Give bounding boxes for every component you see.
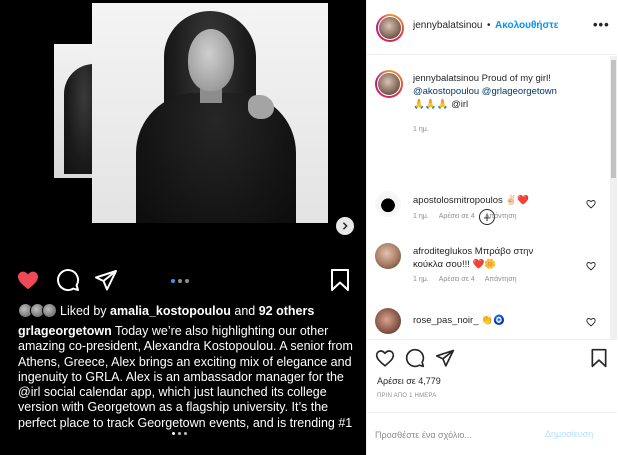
- comment-body: rose_pas_noir_ 👏🧿: [413, 314, 583, 327]
- share-icon[interactable]: [435, 348, 455, 368]
- comment-time[interactable]: 1 ημ.: [413, 126, 429, 133]
- comment-mentions[interactable]: @akostopoulou @grlageorgetown: [413, 86, 557, 97]
- avatar[interactable]: [375, 191, 401, 217]
- avatar[interactable]: [375, 243, 401, 269]
- caption-username[interactable]: grlageorgetown: [18, 324, 112, 338]
- liked-by-and: and: [234, 303, 256, 318]
- post-photo[interactable]: [0, 0, 366, 258]
- comment-meta: 1 ημ.: [413, 126, 429, 133]
- comment-likes[interactable]: Αρέσει σε 4: [439, 213, 475, 220]
- post-panel: Liked by amalia_kostopoulou and 92 other…: [0, 0, 366, 455]
- liked-by-user-link[interactable]: amalia_kostopoulou: [110, 304, 231, 318]
- comment-username[interactable]: rose_pas_noir_: [413, 315, 479, 326]
- comments-list: jennybalatsinou Proud of my girl! @akost…: [367, 56, 617, 339]
- header-separator: •: [487, 20, 491, 31]
- liked-by-row: Liked by amalia_kostopoulou and 92 other…: [18, 303, 314, 318]
- liker-avatars: [18, 303, 57, 318]
- comment-likes[interactable]: Αρέσει σε 4: [439, 276, 475, 283]
- liked-by-prefix: Liked by: [60, 303, 107, 318]
- comment-text: Proud of my girl!: [479, 73, 551, 84]
- comment-username[interactable]: jennybalatsinou: [413, 73, 479, 84]
- header-username[interactable]: jennybalatsinou: [413, 20, 483, 31]
- comment-meta: 1 ημ. Αρέσει σε 4 Απάντηση: [413, 276, 517, 283]
- comment-text: 👏🧿: [478, 315, 505, 326]
- post-time-ago[interactable]: ΠΡΙΝ ΑΠΟ 1 ΗΜΕΡΑ: [377, 393, 436, 399]
- carousel-next-button[interactable]: [336, 217, 354, 235]
- comments-panel: jennybalatsinou • Ακολουθήστε ••• jennyb…: [366, 0, 618, 455]
- scrollbar-thumb[interactable]: [611, 60, 616, 178]
- comment-like-heart-icon[interactable]: [586, 317, 596, 327]
- comment-item: rose_pas_noir_ 👏🧿: [375, 308, 607, 338]
- comment-body: apostolosmitropoulos ✌🏻❤️: [413, 194, 583, 207]
- carousel-dot: [185, 279, 189, 283]
- bottom-carousel-indicator: [172, 432, 187, 435]
- comment-text-line3: 🙏🙏🙏 @irl: [413, 99, 469, 110]
- carousel-dot: [184, 432, 187, 435]
- like-heart-icon[interactable]: [16, 268, 40, 292]
- more-options-icon[interactable]: •••: [593, 17, 610, 32]
- chevron-right-icon: [341, 222, 349, 230]
- comment-text: ✌🏻❤️: [502, 195, 530, 206]
- share-icon[interactable]: [94, 268, 118, 292]
- carousel-dot: [178, 432, 181, 435]
- reply-button[interactable]: Απάντηση: [485, 276, 517, 283]
- caption-text: Today we’re also highlighting our other …: [18, 324, 353, 430]
- comment-like-heart-icon[interactable]: [586, 199, 596, 209]
- comment-username[interactable]: apostolosmitropoulos: [413, 195, 503, 206]
- owner-comment: jennybalatsinou Proud of my girl! @akost…: [375, 70, 607, 140]
- add-comment-bar: Δημοσίευση: [367, 412, 617, 455]
- comment-time[interactable]: 1 ημ.: [413, 276, 429, 283]
- comment-item: afroditeglukos Μπράβο στην κούκλα σου!!!…: [375, 243, 607, 295]
- post-header: jennybalatsinou • Ακολουθήστε •••: [367, 0, 617, 55]
- comment-icon[interactable]: [56, 268, 80, 292]
- comment-item: apostolosmitropoulos ✌🏻❤️ 1 ημ. Αρέσει σ…: [375, 191, 607, 231]
- comment-like-heart-icon[interactable]: [586, 261, 596, 271]
- carousel-dot: [171, 279, 175, 283]
- post-caption: grlageorgetown Today we’re also highligh…: [18, 324, 354, 431]
- comment-username[interactable]: afroditeglukos: [413, 246, 472, 257]
- carousel-dot: [172, 432, 175, 435]
- avatar[interactable]: [375, 308, 401, 334]
- save-bookmark-icon[interactable]: [589, 348, 609, 368]
- follow-button[interactable]: Ακολουθήστε: [495, 20, 559, 31]
- liked-by-others-link[interactable]: 92 others: [259, 304, 315, 318]
- like-heart-icon[interactable]: [375, 348, 395, 368]
- photo-main-frame: [92, 3, 328, 223]
- likes-count[interactable]: Αρέσει σε 4,779: [377, 376, 441, 386]
- avatar[interactable]: [375, 70, 403, 98]
- comment-body: jennybalatsinou Proud of my girl! @akost…: [413, 72, 583, 111]
- comments-scrollbar[interactable]: [610, 56, 617, 339]
- comment-time[interactable]: 1 ημ.: [413, 213, 429, 220]
- comment-icon[interactable]: [405, 348, 425, 368]
- avatar: [42, 303, 57, 318]
- comment-input[interactable]: [375, 427, 535, 443]
- carousel-dot: [178, 279, 182, 283]
- panel-actions: Αρέσει σε 4,779 ΠΡΙΝ ΑΠΟ 1 ΗΜΕΡΑ Δημοσίε…: [367, 339, 617, 455]
- avatar[interactable]: [376, 14, 404, 42]
- comment-meta: 1 ημ. Αρέσει σε 4 Απάντηση: [413, 213, 517, 220]
- comment-body: afroditeglukos Μπράβο στην κούκλα σου!!!…: [413, 245, 563, 271]
- carousel-indicator: [171, 279, 189, 283]
- reply-button[interactable]: Απάντηση: [485, 213, 517, 220]
- save-bookmark-icon[interactable]: [328, 268, 352, 292]
- post-comment-button[interactable]: Δημοσίευση: [545, 429, 593, 439]
